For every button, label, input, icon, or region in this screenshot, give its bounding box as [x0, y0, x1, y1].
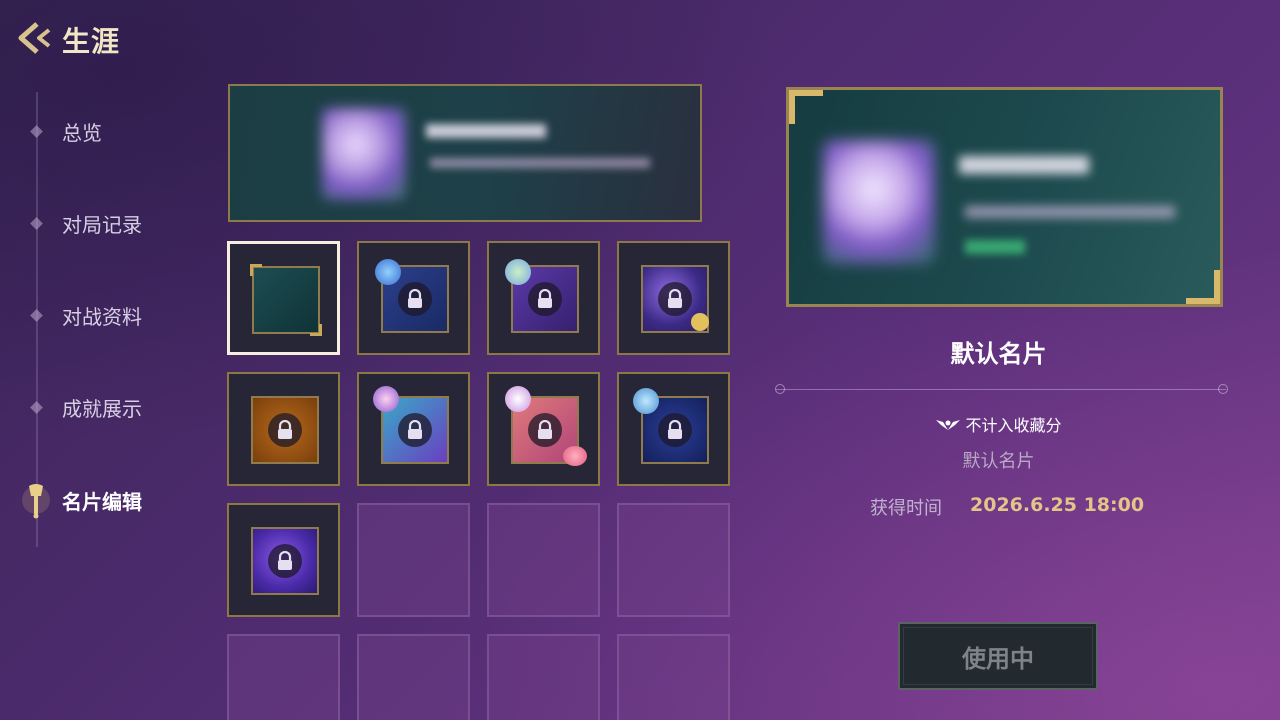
selected-card-name: 默认名片 — [950, 340, 1047, 368]
card-item-locked[interactable] — [617, 372, 730, 486]
card-item-locked[interactable] — [617, 241, 730, 355]
nav-dot-icon — [30, 400, 43, 414]
back-arrow-icon — [18, 22, 51, 54]
card-slot-empty — [357, 634, 470, 720]
card-thumbnail — [251, 396, 319, 464]
divider-dot — [775, 384, 785, 394]
acquired-time-label: 获得时间 — [870, 498, 942, 519]
card-item-locked[interactable] — [227, 503, 340, 617]
card-slot-empty — [357, 503, 470, 617]
nav-dot-icon — [30, 124, 43, 138]
ornament-icon — [375, 259, 401, 285]
card-slot-empty — [487, 503, 600, 617]
ornament-icon — [505, 386, 531, 412]
card-item-locked[interactable] — [357, 372, 470, 486]
corner-ornament — [1186, 270, 1220, 304]
brush-icon — [20, 480, 52, 520]
card-slot-empty — [617, 634, 730, 720]
nav-dot-icon — [30, 308, 43, 322]
sidebar-item-match-history[interactable]: 对局记录 — [0, 199, 190, 247]
ornament-icon — [563, 446, 587, 466]
sidebar-item-card-edit[interactable]: 名片编辑 — [0, 476, 190, 524]
detail-card-preview — [786, 87, 1223, 307]
divider — [776, 389, 1226, 390]
back-button[interactable] — [14, 20, 54, 56]
lock-icon — [268, 413, 302, 447]
card-preview — [228, 84, 702, 222]
lock-icon — [528, 282, 562, 316]
lock-icon — [528, 413, 562, 447]
sidebar-item-label: 成就展示 — [62, 396, 142, 421]
blurred-status-badge — [965, 240, 1025, 254]
sidebar-item-label: 对战资料 — [62, 304, 142, 329]
divider-dot — [1218, 384, 1228, 394]
card-item-locked[interactable] — [357, 241, 470, 355]
acquired-time-value: 2026.6.25 18:00 — [970, 494, 1145, 516]
card-slot-empty — [227, 634, 340, 720]
sidebar-item-achievements[interactable]: 成就展示 — [0, 383, 190, 431]
corner-ornament — [250, 264, 262, 276]
sidebar-item-label: 总览 — [62, 120, 102, 145]
ornament-icon — [633, 388, 659, 414]
ornament-icon — [373, 386, 399, 412]
collection-note: 不计入收藏分 — [786, 412, 1211, 436]
in-use-button-label: 使用中 — [962, 644, 1034, 673]
sidebar-item-overview[interactable]: 总览 — [0, 107, 190, 155]
avatar — [322, 108, 406, 200]
in-use-button[interactable]: 使用中 — [898, 622, 1098, 690]
card-item-default[interactable] — [227, 241, 340, 355]
blurred-player-info — [965, 206, 1175, 218]
lock-icon — [268, 544, 302, 578]
card-slot-empty — [487, 634, 600, 720]
card-slot-empty — [617, 503, 730, 617]
blurred-player-name — [959, 156, 1089, 174]
ornament-icon — [505, 259, 531, 285]
wings-icon — [936, 420, 961, 430]
corner-ornament — [789, 90, 823, 124]
ornament-icon — [691, 313, 709, 331]
nav-dot-icon — [30, 216, 43, 230]
avatar — [823, 140, 935, 264]
corner-ornament — [310, 324, 322, 336]
lock-icon — [658, 282, 692, 316]
lock-icon — [398, 413, 432, 447]
card-item-locked[interactable] — [487, 241, 600, 355]
blurred-player-info — [430, 158, 650, 168]
card-thumbnail — [251, 527, 319, 595]
sidebar-item-battle-stats[interactable]: 对战资料 — [0, 291, 190, 339]
lock-icon — [398, 282, 432, 316]
card-item-locked[interactable] — [227, 372, 340, 486]
card-thumbnail — [250, 264, 322, 336]
sidebar-item-label: 对局记录 — [62, 212, 142, 237]
sidebar-item-label: 名片编辑 — [62, 489, 142, 514]
lock-icon — [658, 413, 692, 447]
collection-note-text: 不计入收藏分 — [965, 416, 1062, 435]
page-title: 生涯 — [62, 25, 121, 58]
card-item-locked[interactable] — [487, 372, 600, 486]
blurred-player-name — [426, 124, 546, 138]
card-subtitle: 默认名片 — [962, 451, 1035, 472]
